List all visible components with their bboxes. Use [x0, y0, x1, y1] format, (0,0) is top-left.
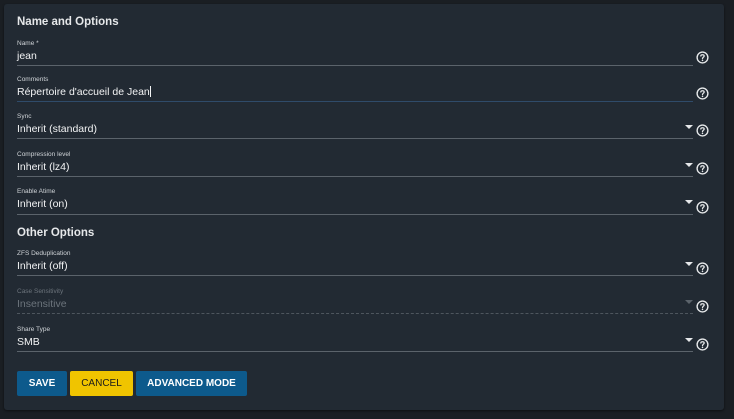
sync-label: Sync — [17, 113, 32, 120]
comments-label: Comments — [17, 76, 49, 83]
help-icon[interactable] — [696, 87, 709, 100]
help-icon[interactable] — [696, 201, 709, 214]
help-icon[interactable] — [696, 162, 709, 175]
sync-select[interactable]: Sync Inherit (standard) — [17, 113, 693, 145]
share-type-value: SMB — [17, 336, 40, 348]
cancel-button[interactable]: CANCEL — [70, 371, 133, 396]
dedup-select[interactable]: ZFS Deduplication Inherit (off) — [17, 250, 693, 282]
compression-label: Compression level — [17, 151, 71, 158]
atime-label: Enable Atime — [17, 188, 56, 195]
text-cursor — [149, 86, 151, 97]
name-field[interactable]: Name * jean — [17, 40, 693, 72]
atime-value: Inherit (on) — [17, 198, 68, 210]
case-sensitivity-value: Insensitive — [17, 298, 67, 310]
case-sensitivity-label: Case Sensitivity — [17, 288, 64, 295]
section-title-name-options: Name and Options — [17, 16, 119, 28]
save-button[interactable]: SAVE — [17, 371, 67, 396]
triangle-down-icon — [685, 300, 693, 304]
share-type-label: Share Type — [17, 326, 51, 333]
dedup-value: Inherit (off) — [17, 260, 68, 272]
comments-field[interactable]: Comments Répertoire d'accueil de Jean — [17, 76, 693, 108]
case-sensitivity-select: Case Sensitivity Insensitive — [17, 288, 693, 320]
atime-underline — [17, 214, 693, 215]
name-label: Name * — [17, 40, 39, 47]
sync-value: Inherit (standard) — [17, 123, 97, 135]
dedup-underline — [17, 275, 693, 276]
comments-underline — [17, 101, 693, 102]
section-title-other-options: Other Options — [17, 227, 95, 239]
triangle-down-icon[interactable] — [685, 338, 693, 342]
help-icon[interactable] — [696, 262, 709, 275]
share-type-underline — [17, 351, 693, 352]
comments-input[interactable]: Répertoire d'accueil de Jean — [17, 86, 151, 99]
comments-value: Répertoire d'accueil de Jean — [17, 86, 150, 98]
dedup-label: ZFS Deduplication — [17, 250, 71, 257]
atime-select[interactable]: Enable Atime Inherit (on) — [17, 188, 693, 220]
compression-underline — [17, 176, 693, 177]
triangle-down-icon[interactable] — [685, 163, 693, 167]
triangle-down-icon[interactable] — [685, 125, 693, 129]
triangle-down-icon[interactable] — [685, 262, 693, 266]
advanced-mode-button[interactable]: ADVANCED MODE — [136, 371, 247, 396]
share-type-select[interactable]: Share Type SMB — [17, 326, 693, 358]
triangle-down-icon[interactable] — [685, 200, 693, 204]
help-icon[interactable] — [696, 300, 709, 313]
name-input[interactable]: jean — [17, 50, 37, 63]
sync-underline — [17, 138, 693, 139]
name-underline — [17, 65, 693, 66]
compression-value: Inherit (lz4) — [17, 161, 70, 173]
help-icon[interactable] — [696, 51, 709, 64]
case-sensitivity-underline — [17, 313, 693, 314]
dataset-form-card: Name and Options Name * jean Comments Ré… — [4, 4, 724, 410]
help-icon[interactable] — [696, 338, 709, 351]
help-icon[interactable] — [696, 124, 709, 137]
compression-select[interactable]: Compression level Inherit (lz4) — [17, 151, 693, 183]
